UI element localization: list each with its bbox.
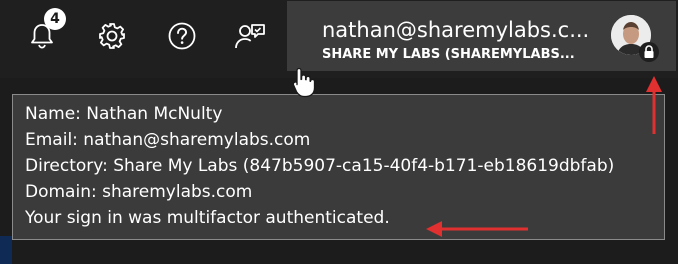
question-mark-icon	[168, 22, 196, 50]
notification-count-badge: 4	[44, 8, 66, 30]
tooltip-domain: Domain: sharemylabs.com	[25, 182, 253, 202]
tooltip-directory: Directory: Share My Labs (847b5907-ca15-…	[25, 156, 615, 176]
feedback-person-icon	[235, 24, 265, 49]
feedback-button[interactable]	[228, 14, 272, 58]
settings-button[interactable]	[90, 14, 134, 58]
help-button[interactable]	[160, 14, 204, 58]
page-accent-strip	[0, 236, 12, 264]
tooltip-name: Name: Nathan McNulty	[25, 104, 223, 124]
account-directory: SHARE MY LABS (SHAREMYLABS...	[322, 47, 575, 62]
gear-icon	[99, 23, 125, 49]
tooltip-mfa-status: Your sign in was multifactor authenticat…	[25, 208, 390, 228]
lock-icon	[639, 42, 659, 62]
account-menu-button[interactable]: nathan@sharemylabs.c... SHARE MY LABS (S…	[287, 1, 676, 71]
notifications-button[interactable]: 4	[20, 8, 66, 58]
account-tooltip: Name: Nathan McNulty Email: nathan@share…	[12, 94, 665, 240]
hand-cursor-icon	[292, 67, 316, 98]
top-bar: 4 nathan@sharemylabs.c... SHARE MY LABS …	[0, 0, 678, 78]
tooltip-email: Email: nathan@sharemylabs.com	[25, 130, 311, 150]
account-email: nathan@sharemylabs.c...	[322, 18, 590, 42]
